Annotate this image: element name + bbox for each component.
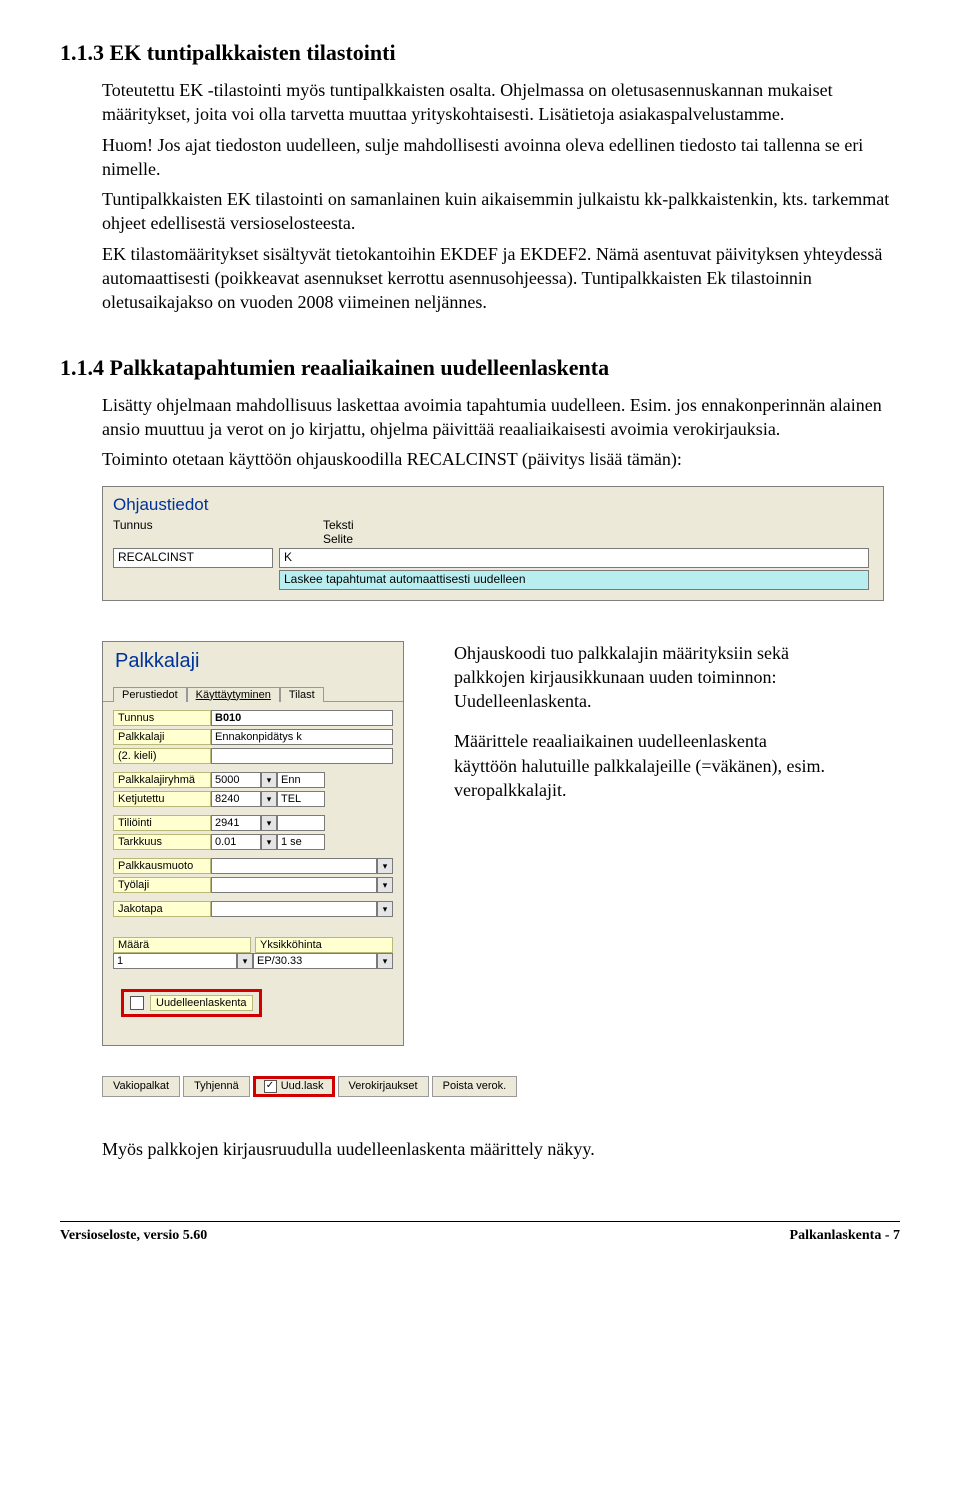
label-ketjutettu: Ketjutettu: [113, 791, 211, 807]
selite-display: Laskee tapahtumat automaattisesti uudell…: [279, 570, 869, 590]
label-ryhma: Palkkalajiryhmä: [113, 772, 211, 788]
footer-left: Versioseloste, versio 5.60: [60, 1228, 207, 1244]
chevron-down-icon[interactable]: ▾: [237, 953, 253, 969]
paragraph: Toteutettu EK -tilastointi myös tuntipal…: [102, 78, 900, 127]
uudelleenlaskenta-checkbox[interactable]: [130, 996, 144, 1010]
paragraph: Huom! Jos ajat tiedoston uudelleen, sulj…: [102, 133, 900, 182]
paragraph: Toiminto otetaan käyttöön ohjauskoodilla…: [102, 447, 900, 471]
btn-uudlask-highlight[interactable]: Uud.lask: [253, 1076, 335, 1097]
tab-kayttaytyminen[interactable]: Käyttäytyminen: [187, 687, 280, 702]
ohjaustiedot-title: Ohjaustiedot: [113, 495, 873, 515]
lower-row: Palkkalaji Perustiedot Käyttäytyminen Ti…: [102, 641, 900, 1046]
tab-content: Tunnus B010 Palkkalaji Ennakonpidätys k …: [103, 701, 403, 1025]
tab-perustiedot[interactable]: Perustiedot: [113, 687, 187, 702]
field-maara[interactable]: 1: [113, 953, 237, 969]
button-bar: Vakiopalkat Tyhjennä Uud.lask Verokirjau…: [102, 1076, 900, 1097]
btn-vakiopalkat[interactable]: Vakiopalkat: [102, 1076, 180, 1097]
chevron-down-icon[interactable]: ▾: [377, 901, 393, 917]
uudlask-checkbox[interactable]: [264, 1080, 277, 1093]
field-palkkalaji[interactable]: Ennakonpidätys k: [211, 729, 393, 745]
paragraph: Määrittele reaaliaikainen uudelleenlaske…: [454, 729, 834, 802]
chevron-down-icon[interactable]: ▾: [377, 877, 393, 893]
label-teksti: Teksti: [323, 518, 523, 532]
closing-paragraph: Myös palkkojen kirjausruudulla uudelleen…: [102, 1137, 900, 1161]
label-tiliointi: Tiliöinti: [113, 815, 211, 831]
field-tunnus[interactable]: B010: [211, 710, 393, 726]
closing-paragraph-wrap: Myös palkkojen kirjausruudulla uudelleen…: [102, 1137, 900, 1161]
paragraph: Lisätty ohjelmaan mahdollisuus laskettaa…: [102, 393, 900, 442]
paragraph: EK tilastomääritykset sisältyvät tietoka…: [102, 242, 900, 315]
ohjaustiedot-panel: Ohjaustiedot Tunnus Teksti Selite RECALC…: [102, 486, 884, 601]
field-palkkausmuoto[interactable]: [211, 858, 377, 874]
label-palkkausmuoto: Palkkausmuoto: [113, 858, 211, 874]
paragraph: Ohjauskoodi tuo palkkalajin määrityksiin…: [454, 641, 834, 714]
field-ryhma[interactable]: 5000: [211, 772, 261, 788]
tunnus-input[interactable]: RECALCINST: [113, 548, 273, 568]
label-tunnus: Tunnus: [113, 518, 263, 546]
field-ketjutettu2[interactable]: TEL: [277, 791, 325, 807]
chevron-down-icon[interactable]: ▾: [377, 953, 393, 969]
section-113-heading: 1.1.3 EK tuntipalkkaisten tilastointi: [60, 40, 900, 66]
field-tiliointi[interactable]: 2941: [211, 815, 261, 831]
field-tarkkuus2[interactable]: 1 se: [277, 834, 325, 850]
section-114-body: Lisätty ohjelmaan mahdollisuus laskettaa…: [102, 393, 900, 472]
chevron-down-icon[interactable]: ▾: [261, 772, 277, 788]
palkkalaji-panel: Palkkalaji Perustiedot Käyttäytyminen Ti…: [102, 641, 404, 1046]
page-root: 1.1.3 EK tuntipalkkaisten tilastointi To…: [0, 0, 960, 1274]
chevron-down-icon[interactable]: ▾: [261, 791, 277, 807]
label-maara: Määrä: [113, 937, 251, 953]
btn-poista-verok[interactable]: Poista verok.: [432, 1076, 518, 1097]
teksti-input[interactable]: K: [279, 548, 869, 568]
page-footer: Versioseloste, versio 5.60 Palkanlaskent…: [60, 1221, 900, 1244]
uudelleenlaskenta-label: Uudelleenlaskenta: [150, 995, 253, 1011]
btn-tyhjenna[interactable]: Tyhjennä: [183, 1076, 250, 1097]
footer-right: Palkanlaskenta - 7: [790, 1228, 900, 1244]
label-jakotapa: Jakotapa: [113, 901, 211, 917]
field-tyolaji[interactable]: [211, 877, 377, 893]
field-tiliointi2[interactable]: [277, 815, 325, 831]
chevron-down-icon[interactable]: ▾: [377, 858, 393, 874]
label-palkkalaji: Palkkalaji: [113, 729, 211, 745]
palkkalaji-title: Palkkalaji: [103, 642, 403, 687]
chevron-down-icon[interactable]: ▾: [261, 815, 277, 831]
uudelleenlaskenta-highlight: Uudelleenlaskenta: [121, 989, 262, 1017]
field-tarkkuus[interactable]: 0.01: [211, 834, 261, 850]
btn-verokirjaukset[interactable]: Verokirjaukset: [338, 1076, 429, 1097]
paragraph: Tuntipalkkaisten EK tilastointi on saman…: [102, 187, 900, 236]
field-ketjutettu[interactable]: 8240: [211, 791, 261, 807]
section-113-body: Toteutettu EK -tilastointi myös tuntipal…: [102, 78, 900, 315]
side-explanation: Ohjauskoodi tuo palkkalajin määrityksiin…: [454, 641, 834, 819]
label-selite: Selite: [323, 532, 523, 546]
field-kieli[interactable]: [211, 748, 393, 764]
tab-bar: Perustiedot Käyttäytyminen Tilast: [103, 687, 403, 702]
label-tarkkuus: Tarkkuus: [113, 834, 211, 850]
label-kieli: (2. kieli): [113, 748, 211, 764]
label-tyolaji: Työlaji: [113, 877, 211, 893]
field-jakotapa[interactable]: [211, 901, 377, 917]
btn-uudlask-label: Uud.lask: [281, 1080, 324, 1092]
chevron-down-icon[interactable]: ▾: [261, 834, 277, 850]
tab-tilast[interactable]: Tilast: [280, 687, 324, 702]
field-yksikkohinta[interactable]: EP/30.33: [253, 953, 377, 969]
label-tunnus: Tunnus: [113, 710, 211, 726]
label-yksikkohinta: Yksikköhinta: [255, 937, 393, 953]
field-ryhma2[interactable]: Enn: [277, 772, 325, 788]
section-114-heading: 1.1.4 Palkkatapahtumien reaaliaikainen u…: [60, 355, 900, 381]
